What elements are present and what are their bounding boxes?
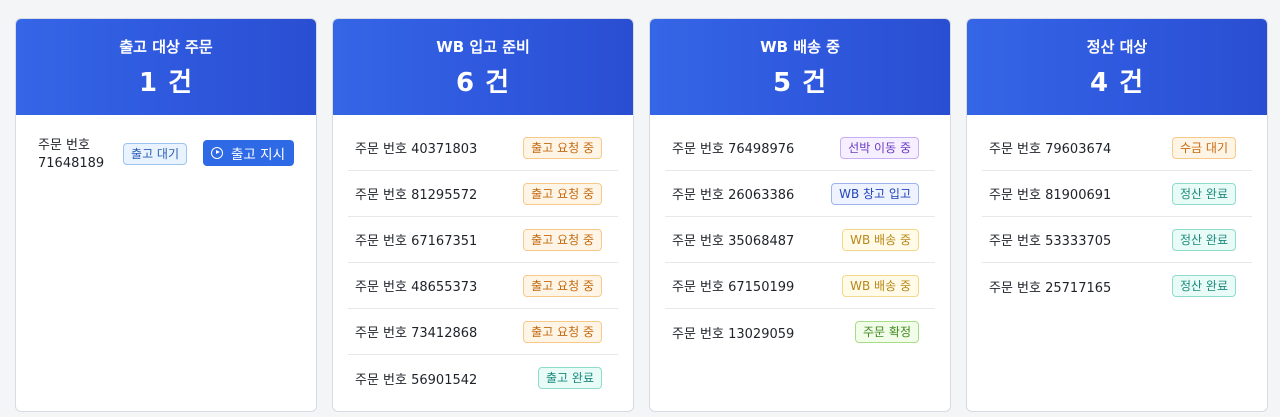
status-badge: 정산 완료 xyxy=(1172,182,1236,205)
order-row[interactable]: 주문 번호 73412868 출고 요청 중 xyxy=(348,309,618,355)
column-body: 주문 번호 71648189 출고 대기 출고 지시 xyxy=(16,115,316,173)
order-number: 주문 번호 53333705 xyxy=(989,234,1112,249)
column-wb-shipping: WB 배송 중 5 건 주문 번호 76498976 선박 이동 중 주문 번호… xyxy=(649,18,951,412)
column-wb-inbound-prep: WB 입고 준비 6 건 주문 번호 40371803 출고 요청 중 주문 번… xyxy=(332,18,634,412)
column-shipment-target: 출고 대상 주문 1 건 주문 번호 71648189 출고 대기 출고 지시 xyxy=(15,18,317,412)
order-number: 주문 번호 81295572 xyxy=(355,188,478,203)
column-count: 4 건 xyxy=(1089,68,1145,98)
order-row[interactable]: 주문 번호 48655373 출고 요청 중 xyxy=(348,263,618,309)
order-number: 주문 번호 67150199 xyxy=(672,280,795,295)
status-badge: 출고 요청 중 xyxy=(523,274,602,297)
status-badge: 출고 완료 xyxy=(538,367,602,389)
column-header: WB 입고 준비 6 건 xyxy=(333,19,633,115)
order-row[interactable]: 주문 번호 76498976 선박 이동 중 xyxy=(665,125,935,171)
order-number-value: 71648189 xyxy=(38,156,105,171)
status-badge: WB 배송 중 xyxy=(842,274,919,297)
ship-order-button[interactable]: 출고 지시 xyxy=(203,140,294,166)
order-number: 주문 번호 26063386 xyxy=(672,188,795,203)
column-body: 주문 번호 76498976 선박 이동 중 주문 번호 26063386 WB… xyxy=(650,115,950,355)
order-row[interactable]: 주문 번호 67167351 출고 요청 중 xyxy=(348,217,618,263)
order-row[interactable]: 주문 번호 67150199 WB 배송 중 xyxy=(665,263,935,309)
status-badge: 정산 완료 xyxy=(1172,228,1236,251)
column-header: 출고 대상 주문 1 건 xyxy=(16,19,316,115)
status-badge: WB 배송 중 xyxy=(842,228,919,251)
order-row[interactable]: 주문 번호 13029059 주문 확정 xyxy=(665,309,935,355)
status-badge: 주문 확정 xyxy=(855,321,919,343)
order-number: 주문 번호 25717165 xyxy=(989,280,1112,296)
column-body: 주문 번호 79603674 수금 대기 주문 번호 81900691 정산 완… xyxy=(967,115,1267,309)
order-row[interactable]: 주문 번호 81295572 출고 요청 중 xyxy=(348,171,618,217)
order-number-label: 주문 번호 xyxy=(38,138,90,153)
order-number: 주문 번호 67167351 xyxy=(355,234,478,249)
order-row[interactable]: 주문 번호 35068487 WB 배송 중 xyxy=(665,217,935,263)
order-number: 주문 번호 13029059 xyxy=(672,326,795,342)
status-badge: 출고 요청 중 xyxy=(523,182,602,205)
order-row[interactable]: 주문 번호 26063386 WB 창고 입고 xyxy=(665,171,935,217)
status-badge: 출고 요청 중 xyxy=(523,228,602,251)
column-title: WB 입고 준비 xyxy=(436,38,530,56)
order-number: 주문 번호 76498976 xyxy=(672,142,795,157)
order-row[interactable]: 주문 번호 53333705 정산 완료 xyxy=(982,217,1252,263)
play-circle-icon xyxy=(211,147,224,159)
column-body: 주문 번호 40371803 출고 요청 중 주문 번호 81295572 출고… xyxy=(333,115,633,401)
column-count: 5 건 xyxy=(772,68,828,98)
order-number: 주문 번호 81900691 xyxy=(989,188,1112,203)
order-number: 주문 번호 73412868 xyxy=(355,326,478,341)
ship-order-button-label: 출고 지시 xyxy=(231,147,285,163)
status-badge: 선박 이동 중 xyxy=(840,136,919,159)
order-row[interactable]: 주문 번호 81900691 정산 완료 xyxy=(982,171,1252,217)
order-number: 주문 번호 56901542 xyxy=(355,372,478,388)
pending-order-item: 주문 번호 71648189 출고 대기 출고 지시 xyxy=(38,137,294,173)
order-number: 주문 번호 71648189 xyxy=(38,137,123,173)
column-title: 정산 대상 xyxy=(1086,38,1148,56)
column-title: 출고 대상 주문 xyxy=(119,38,213,56)
column-header: 정산 대상 4 건 xyxy=(967,19,1267,115)
order-row[interactable]: 주문 번호 79603674 수금 대기 xyxy=(982,125,1252,171)
status-badge: 출고 요청 중 xyxy=(523,320,602,343)
status-badge: WB 창고 입고 xyxy=(831,182,919,205)
column-count: 1 건 xyxy=(138,68,194,98)
order-number: 주문 번호 79603674 xyxy=(989,142,1112,157)
column-count: 6 건 xyxy=(455,68,511,98)
order-row[interactable]: 주문 번호 40371803 출고 요청 중 xyxy=(348,125,618,171)
column-title: WB 배송 중 xyxy=(760,38,840,56)
column-header: WB 배송 중 5 건 xyxy=(650,19,950,115)
status-badge: 출고 대기 xyxy=(123,143,188,165)
status-badge: 수금 대기 xyxy=(1172,136,1236,159)
order-number: 주문 번호 35068487 xyxy=(672,234,795,249)
status-badge: 출고 요청 중 xyxy=(523,136,602,159)
order-number: 주문 번호 48655373 xyxy=(355,280,478,295)
order-row[interactable]: 주문 번호 25717165 정산 완료 xyxy=(982,263,1252,309)
order-number: 주문 번호 40371803 xyxy=(355,142,478,157)
order-row[interactable]: 주문 번호 56901542 출고 완료 xyxy=(348,355,618,401)
status-badge: 정산 완료 xyxy=(1172,275,1236,297)
order-status-board: 출고 대상 주문 1 건 주문 번호 71648189 출고 대기 출고 지시 … xyxy=(0,0,1280,417)
column-settlement-target: 정산 대상 4 건 주문 번호 79603674 수금 대기 주문 번호 819… xyxy=(966,18,1268,412)
